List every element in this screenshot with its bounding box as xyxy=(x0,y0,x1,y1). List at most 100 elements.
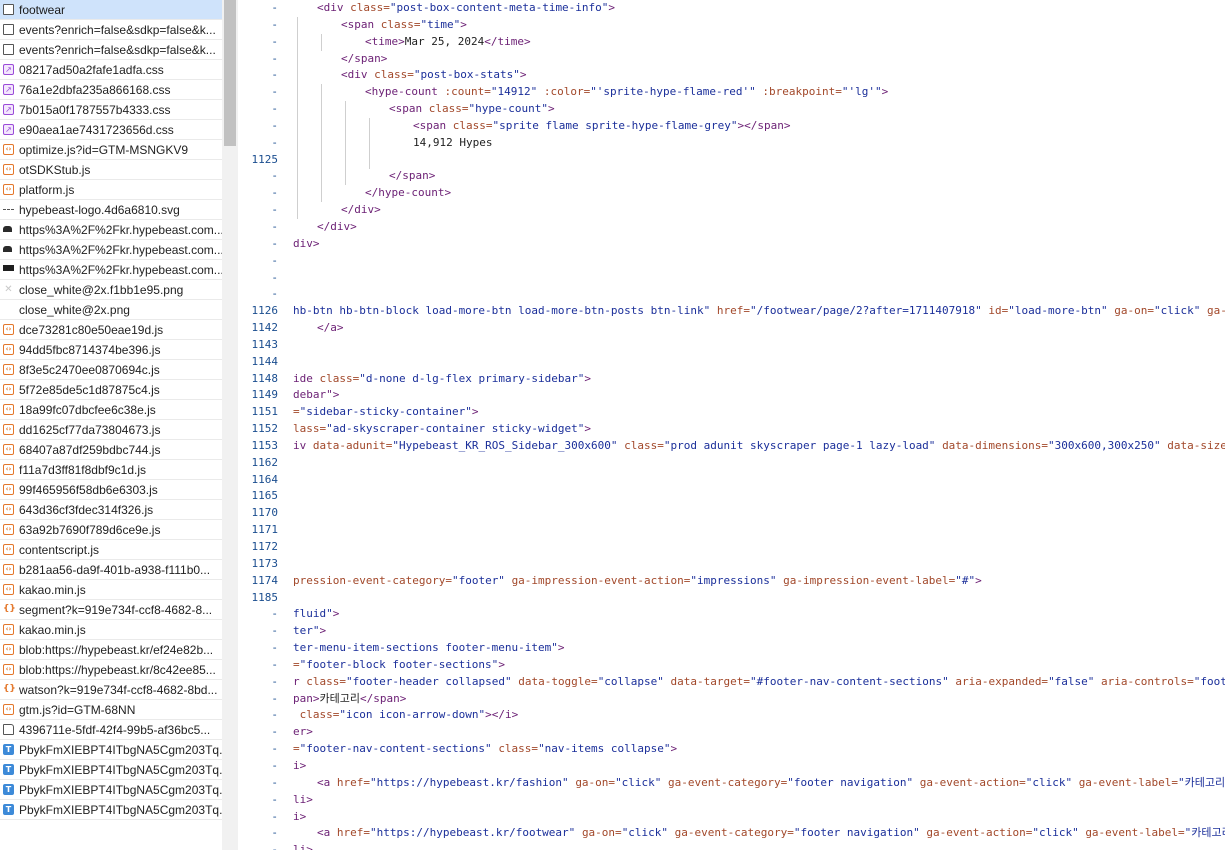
file-list-item[interactable]: T PbykFmXIEBPT4ITbgNA5Cgm203Tq... xyxy=(0,760,222,780)
code-line: - li> xyxy=(238,842,1225,850)
file-name: 63a92b7690f789d6ce9e.js xyxy=(19,523,161,537)
line-number: - xyxy=(271,826,278,840)
file-list-item[interactable]: ‹› otSDKStub.js xyxy=(0,160,222,180)
file-list-item[interactable]: T PbykFmXIEBPT4ITbgNA5Cgm203Tq... xyxy=(0,800,222,820)
value-token: fluid" xyxy=(293,607,333,621)
file-list-item[interactable]: ‹› 94dd5fbc8714374be396.js xyxy=(0,340,222,360)
file-name: blob:https://hypebeast.kr/ef24e82b... xyxy=(19,643,214,657)
script-icon: ‹› xyxy=(3,464,14,475)
file-list-item[interactable]: https%3A%2F%2Fkr.hypebeast.com... xyxy=(0,220,222,240)
file-list-item[interactable]: ‹› platform.js xyxy=(0,180,222,200)
file-list-item[interactable]: hypebeast-logo.4d6a6810.svg xyxy=(0,200,222,220)
document-icon xyxy=(3,4,14,15)
indent-guide xyxy=(345,134,346,152)
indent-guide xyxy=(297,33,298,51)
file-list-item[interactable]: ‹› b281aa56-da9f-401b-a938-f111b0... xyxy=(0,560,222,580)
tag-token: </time> xyxy=(484,34,531,48)
file-list-item[interactable]: ↗ e90aea1ae7431723656d.css xyxy=(0,120,222,140)
file-list-item[interactable]: ‹› kakao.min.js xyxy=(0,580,222,600)
file-list-item[interactable]: T PbykFmXIEBPT4ITbgNA5Cgm203Tq... xyxy=(0,780,222,800)
attribute-token: = xyxy=(293,742,300,756)
file-list-item[interactable]: ✕ close_white@2x.f1bb1e95.png xyxy=(0,280,222,300)
image-wide-icon xyxy=(3,265,14,271)
value-token: "Hypebeast_KR_ROS_Sidebar_300x600" xyxy=(392,438,618,452)
indent-guide xyxy=(369,151,370,169)
file-list-item[interactable]: events?enrich=false&sdkp=false&k... xyxy=(0,40,222,60)
file-list-item[interactable]: ‹› dd1625cf77da73804673.js xyxy=(0,420,222,440)
file-list-item[interactable]: close_white@2x.png xyxy=(0,300,222,320)
file-list-scrollbar[interactable] xyxy=(222,0,238,850)
code-text: <span class="time"> xyxy=(341,17,467,34)
file-list-item[interactable]: https%3A%2F%2Fkr.hypebeast.com... xyxy=(0,260,222,280)
file-list-item[interactable]: ↗ 7b015a0f1787557b4333.css xyxy=(0,100,222,120)
line-number: - xyxy=(271,186,278,200)
attribute-token: class= xyxy=(624,438,664,452)
attribute-token: data-dimensions= xyxy=(942,438,1049,452)
file-list-item[interactable]: 4396711e-5fdf-42f4-99b5-af36bc5... xyxy=(0,720,222,740)
attribute-token: class= xyxy=(319,371,360,385)
indent-guide xyxy=(321,185,322,203)
file-icon xyxy=(3,724,14,735)
file-list-item[interactable]: ‹› dce73281c80e50eae19d.js xyxy=(0,320,222,340)
file-name: footwear xyxy=(19,3,66,17)
file-list-item[interactable]: {} segment?k=919e734f-ccf8-4682-8... xyxy=(0,600,222,620)
file-list-item[interactable]: ‹› blob:https://hypebeast.kr/8c42ee85... xyxy=(0,660,222,680)
code-line: 1185 xyxy=(238,590,1225,607)
script-icon: ‹› xyxy=(3,524,14,535)
file-list-item[interactable]: ↗ 08217ad50a2fafe1adfa.css xyxy=(0,60,222,80)
file-list-item[interactable]: ‹› 5f72e85de5c1d87875c4.js xyxy=(0,380,222,400)
code-line: 1125 xyxy=(238,151,1225,169)
file-name: 643d36cf3fdec314f326.js xyxy=(19,503,154,517)
value-token: "카테고리 > 신발" xyxy=(1184,826,1225,840)
tag-token: ></i> xyxy=(485,708,519,722)
file-list-item[interactable]: ‹› kakao.min.js xyxy=(0,620,222,640)
line-number: - xyxy=(271,169,278,183)
file-list-item[interactable]: ‹› optimize.js?id=GTM-MSNGKV9 xyxy=(0,140,222,160)
tag-token: iv xyxy=(293,438,313,452)
code-line: - xyxy=(238,253,1225,270)
file-list-item[interactable]: events?enrich=false&sdkp=false&k... xyxy=(0,20,222,40)
file-list-item[interactable]: https%3A%2F%2Fkr.hypebeast.com... xyxy=(0,240,222,260)
attribute-token: aria-expanded= xyxy=(955,674,1049,688)
script-icon: ‹› xyxy=(3,664,14,675)
code-line: - <span class="sprite flame sprite-hype-f… xyxy=(238,117,1225,135)
code-text: pan>카테고리</span> xyxy=(293,691,406,708)
file-list-item[interactable]: ‹› 8f3e5c2470ee0870694c.js xyxy=(0,360,222,380)
script-icon: ‹› xyxy=(3,564,14,575)
value-token: "카테고리 > 패션" xyxy=(1178,775,1225,789)
indent-guide xyxy=(297,168,298,186)
file-list-item[interactable]: ‹› 643d36cf3fdec314f326.js xyxy=(0,500,222,520)
value-token: "300x600,300x250" xyxy=(1048,438,1161,452)
image-icon xyxy=(3,246,12,252)
line-number: - xyxy=(271,253,278,267)
code-text: <hype-count :count="14912" :color="'spri… xyxy=(365,84,888,101)
indent-guide xyxy=(321,101,322,119)
file-name: blob:https://hypebeast.kr/8c42ee85... xyxy=(19,663,216,677)
file-name: e90aea1ae7431723656d.css xyxy=(19,123,174,137)
line-number: 1142 xyxy=(251,321,279,335)
line-number: - xyxy=(271,742,278,756)
file-list-item[interactable]: ‹› blob:https://hypebeast.kr/ef24e82b... xyxy=(0,640,222,660)
file-list-item[interactable]: ‹› 68407a87df259bdbc744.js xyxy=(0,440,222,460)
file-list-item[interactable]: ↗ 76a1e2dbfa235a866168.css xyxy=(0,80,222,100)
line-number: 1162 xyxy=(251,455,279,469)
indent-guide xyxy=(345,151,346,169)
tag-token: <hype-count xyxy=(365,85,445,99)
file-list-item[interactable]: ‹› 63a92b7690f789d6ce9e.js xyxy=(0,520,222,540)
file-name: dce73281c80e50eae19d.js xyxy=(19,323,164,337)
file-list-item[interactable]: ‹› f11a7d3ff81f8dbf9c1d.js xyxy=(0,460,222,480)
indent-guide xyxy=(369,117,370,135)
file-list-item[interactable]: T PbykFmXIEBPT4ITbgNA5Cgm203Tq... xyxy=(0,740,222,760)
file-list-item[interactable]: {} watson?k=919e734f-ccf8-4682-8bd... xyxy=(0,680,222,700)
file-list-item[interactable]: ‹› 18a99fc07dbcfee6c38e.js xyxy=(0,400,222,420)
file-list-item[interactable]: footwear xyxy=(0,0,222,20)
line-number: 1173 xyxy=(251,556,279,570)
tag-token: > xyxy=(547,102,555,116)
file-list-item[interactable]: ‹› gtm.js?id=GTM-68NN xyxy=(0,700,222,720)
scrollbar-thumb[interactable] xyxy=(224,0,236,146)
indent-guide xyxy=(297,134,298,152)
file-list-item[interactable]: ‹› contentscript.js xyxy=(0,540,222,560)
file-name: events?enrich=false&sdkp=false&k... xyxy=(19,23,216,37)
file-list-item[interactable]: ‹› 99f465956f58db6e6303.js xyxy=(0,480,222,500)
